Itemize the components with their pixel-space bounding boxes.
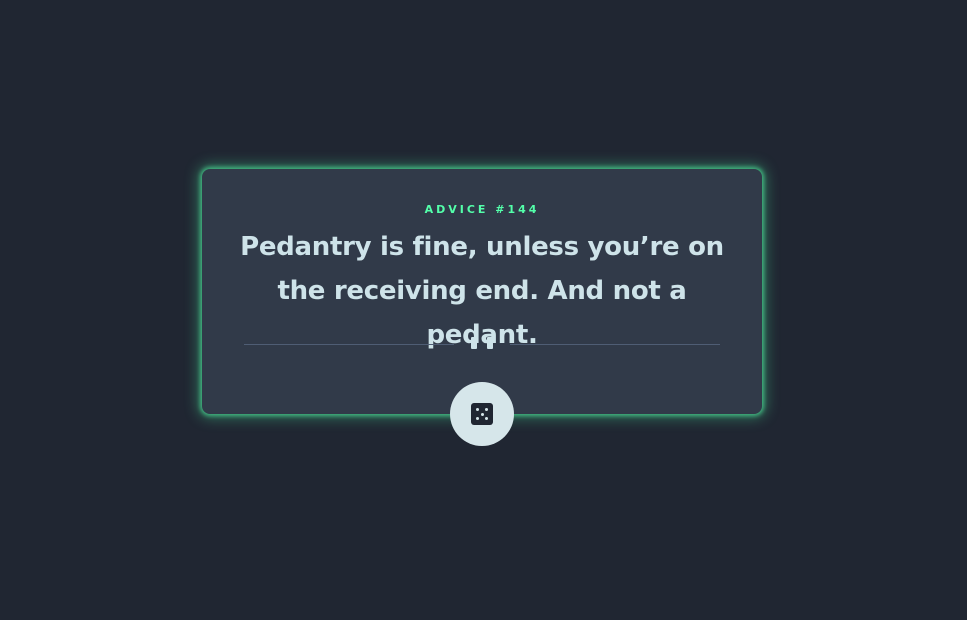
pause-icon bbox=[471, 337, 493, 349]
divider-line-right bbox=[510, 344, 720, 345]
divider-line-left bbox=[244, 344, 454, 345]
dice-icon bbox=[471, 403, 493, 425]
pattern-divider bbox=[244, 337, 720, 351]
new-advice-button[interactable] bbox=[450, 382, 514, 446]
advice-label: ADVICE #144 bbox=[424, 203, 540, 216]
advice-card: ADVICE #144 Pedantry is fine, unless you… bbox=[202, 169, 762, 414]
